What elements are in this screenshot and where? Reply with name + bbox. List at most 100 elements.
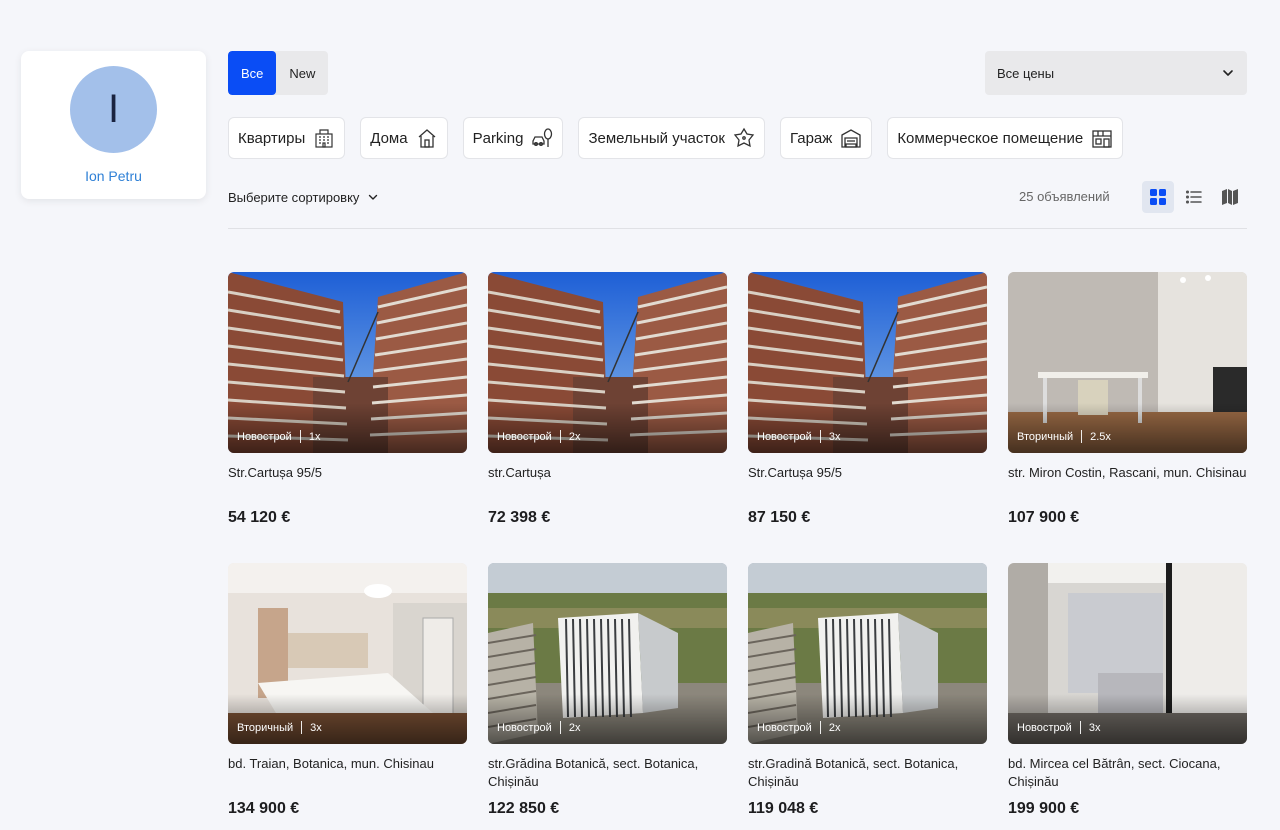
listing-rooms: 3x	[828, 430, 841, 443]
photo-gradient	[748, 694, 987, 744]
listing-card[interactable]: Новострой 3x bd. Mircea cel Bătrân, sect…	[1008, 563, 1247, 830]
photo-gradient	[228, 403, 467, 453]
land-plot-icon	[733, 127, 755, 148]
listing-rooms: 3x	[310, 721, 322, 734]
listing-address[interactable]: bd. Mircea cel Bătrân, sect. Ciocana, Ch…	[1008, 755, 1247, 791]
listing-address[interactable]: Str.Cartușa 95/5	[228, 464, 467, 500]
photo-gradient	[748, 403, 987, 453]
listing-rooms: 2x	[568, 430, 581, 443]
listing-photo[interactable]: Новострой 3x	[748, 272, 987, 453]
map-view-button[interactable]	[1214, 181, 1246, 213]
listing-tag: Новострой 3x	[757, 430, 840, 443]
profile-card[interactable]: I Ion Petru	[21, 51, 206, 199]
list-view-button[interactable]	[1178, 181, 1210, 213]
listing-rooms: 2.5x	[1090, 430, 1111, 443]
sort-dropdown[interactable]: Выберите сортировку	[228, 187, 379, 207]
listing-photo[interactable]: Новострой 2x	[488, 563, 727, 744]
category-label: Дома	[370, 129, 408, 147]
category-chip-parking[interactable]: Parking	[462, 117, 564, 159]
category-chip-garage[interactable]: Гараж	[779, 117, 873, 159]
map-icon	[1222, 189, 1238, 205]
listing-card[interactable]: Новострой 3x Str.Cartușa 95/5 87 150 €	[748, 272, 987, 563]
tag-separator	[819, 721, 821, 734]
listing-card[interactable]: Вторичный 2.5x str. Miron Costin, Rascan…	[1008, 272, 1247, 563]
listing-type: Вторичный	[1017, 430, 1074, 443]
price-select-value: Все цены	[997, 65, 1055, 81]
results-count: 25 объявлений	[1019, 189, 1110, 204]
listing-photo[interactable]: Новострой 2x	[488, 272, 727, 453]
chevron-down-icon	[1223, 70, 1233, 76]
category-label: Квартиры	[238, 129, 306, 147]
listing-price: 134 900 €	[228, 800, 300, 817]
listing-address[interactable]: str. Miron Costin, Rascani, mun. Chisina…	[1008, 464, 1247, 500]
listing-card[interactable]: Новострой 2x str.Cartușa 72 398 €	[488, 272, 727, 563]
listing-address[interactable]: str.Grădina Botanică, sect. Botanica, Ch…	[488, 755, 727, 791]
parking-car-tree-icon	[532, 128, 553, 147]
filter-tab-new[interactable]: New	[276, 51, 328, 95]
listing-price: 54 120 €	[228, 509, 291, 526]
listing-price: 199 900 €	[1008, 800, 1080, 817]
listing-photo[interactable]: Новострой 3x	[1008, 563, 1247, 744]
listing-tag: Вторичный 3x	[237, 721, 322, 734]
grid-view-button[interactable]	[1142, 181, 1174, 213]
listing-price: 72 398 €	[488, 509, 551, 526]
listing-filter-toggle: Все New	[228, 51, 329, 95]
photo-gradient	[1008, 403, 1247, 453]
listing-tag: Вторичный 2.5x	[1017, 430, 1111, 443]
apartment-building-icon	[315, 129, 333, 148]
listing-rooms: 2x	[828, 721, 841, 734]
category-label: Гараж	[789, 129, 833, 147]
listing-photo[interactable]: Вторичный 2.5x	[1008, 272, 1247, 453]
category-chip-commercial[interactable]: Коммерческое помещение	[887, 117, 1124, 159]
listing-tag: Новострой 1x	[237, 430, 320, 443]
listing-photo[interactable]: Вторичный 3x	[228, 563, 467, 744]
grid-icon	[1150, 189, 1166, 205]
tag-separator	[559, 430, 561, 443]
filter-tab-all[interactable]: Все	[228, 51, 277, 95]
listing-photo[interactable]: Новострой 2x	[748, 563, 987, 744]
tag-separator	[299, 430, 301, 443]
listing-type: Новострой	[497, 721, 552, 734]
listing-tag: Новострой 2x	[757, 721, 840, 734]
category-label: Parking	[472, 129, 524, 147]
listing-type: Новострой	[757, 721, 812, 734]
listing-price: 107 900 €	[1008, 509, 1080, 526]
garage-icon	[841, 129, 861, 148]
listing-tag: Новострой 2x	[497, 430, 580, 443]
price-select[interactable]: Все цены	[985, 51, 1247, 95]
house-icon	[418, 129, 436, 148]
photo-gradient	[228, 694, 467, 744]
listing-card[interactable]: Новострой 1x Str.Cartușa 95/5 54 120 €	[228, 272, 467, 563]
category-chip-houses[interactable]: Дома	[360, 117, 448, 159]
listing-address[interactable]: str.Gradină Botanică, sect. Botanica, Ch…	[748, 755, 987, 791]
listing-type: Вторичный	[237, 721, 294, 734]
photo-gradient	[488, 403, 727, 453]
listing-address[interactable]: str.Cartușa	[488, 464, 727, 500]
tag-separator	[301, 721, 303, 734]
tag-separator	[819, 430, 821, 443]
listing-card[interactable]: Новострой 2x str.Gradină Botanică, sect.…	[748, 563, 987, 830]
category-label: Земельный участок	[588, 129, 725, 147]
category-chip-apartments[interactable]: Квартиры	[228, 117, 346, 159]
photo-gradient	[488, 694, 727, 744]
listing-grid: Новострой 1x Str.Cartușa 95/5 54 120 € Н…	[228, 272, 1247, 830]
category-label: Коммерческое помещение	[897, 129, 1084, 147]
listing-price: 87 150 €	[748, 509, 811, 526]
category-chips: Квартиры Дома Parking Земельный участок …	[228, 117, 1124, 159]
divider	[228, 228, 1247, 229]
tag-separator	[559, 721, 561, 734]
listing-card[interactable]: Новострой 2x str.Grădina Botanică, sect.…	[488, 563, 727, 830]
listing-address[interactable]: bd. Traian, Botanica, mun. Chisinau	[228, 755, 467, 791]
listing-tag: Новострой 3x	[1017, 721, 1100, 734]
commercial-space-icon	[1092, 130, 1112, 148]
avatar: I	[70, 66, 157, 153]
listing-photo[interactable]: Новострой 1x	[228, 272, 467, 453]
profile-name[interactable]: Ion Petru	[21, 168, 206, 184]
listing-card[interactable]: Вторичный 3x bd. Traian, Botanica, mun. …	[228, 563, 467, 830]
listing-rooms: 2x	[568, 721, 581, 734]
listing-type: Новострой	[757, 430, 812, 443]
listing-address[interactable]: Str.Cartușa 95/5	[748, 464, 987, 500]
listing-tag: Новострой 2x	[497, 721, 580, 734]
tag-separator	[1079, 721, 1081, 734]
category-chip-land-plot[interactable]: Земельный участок	[578, 117, 765, 159]
